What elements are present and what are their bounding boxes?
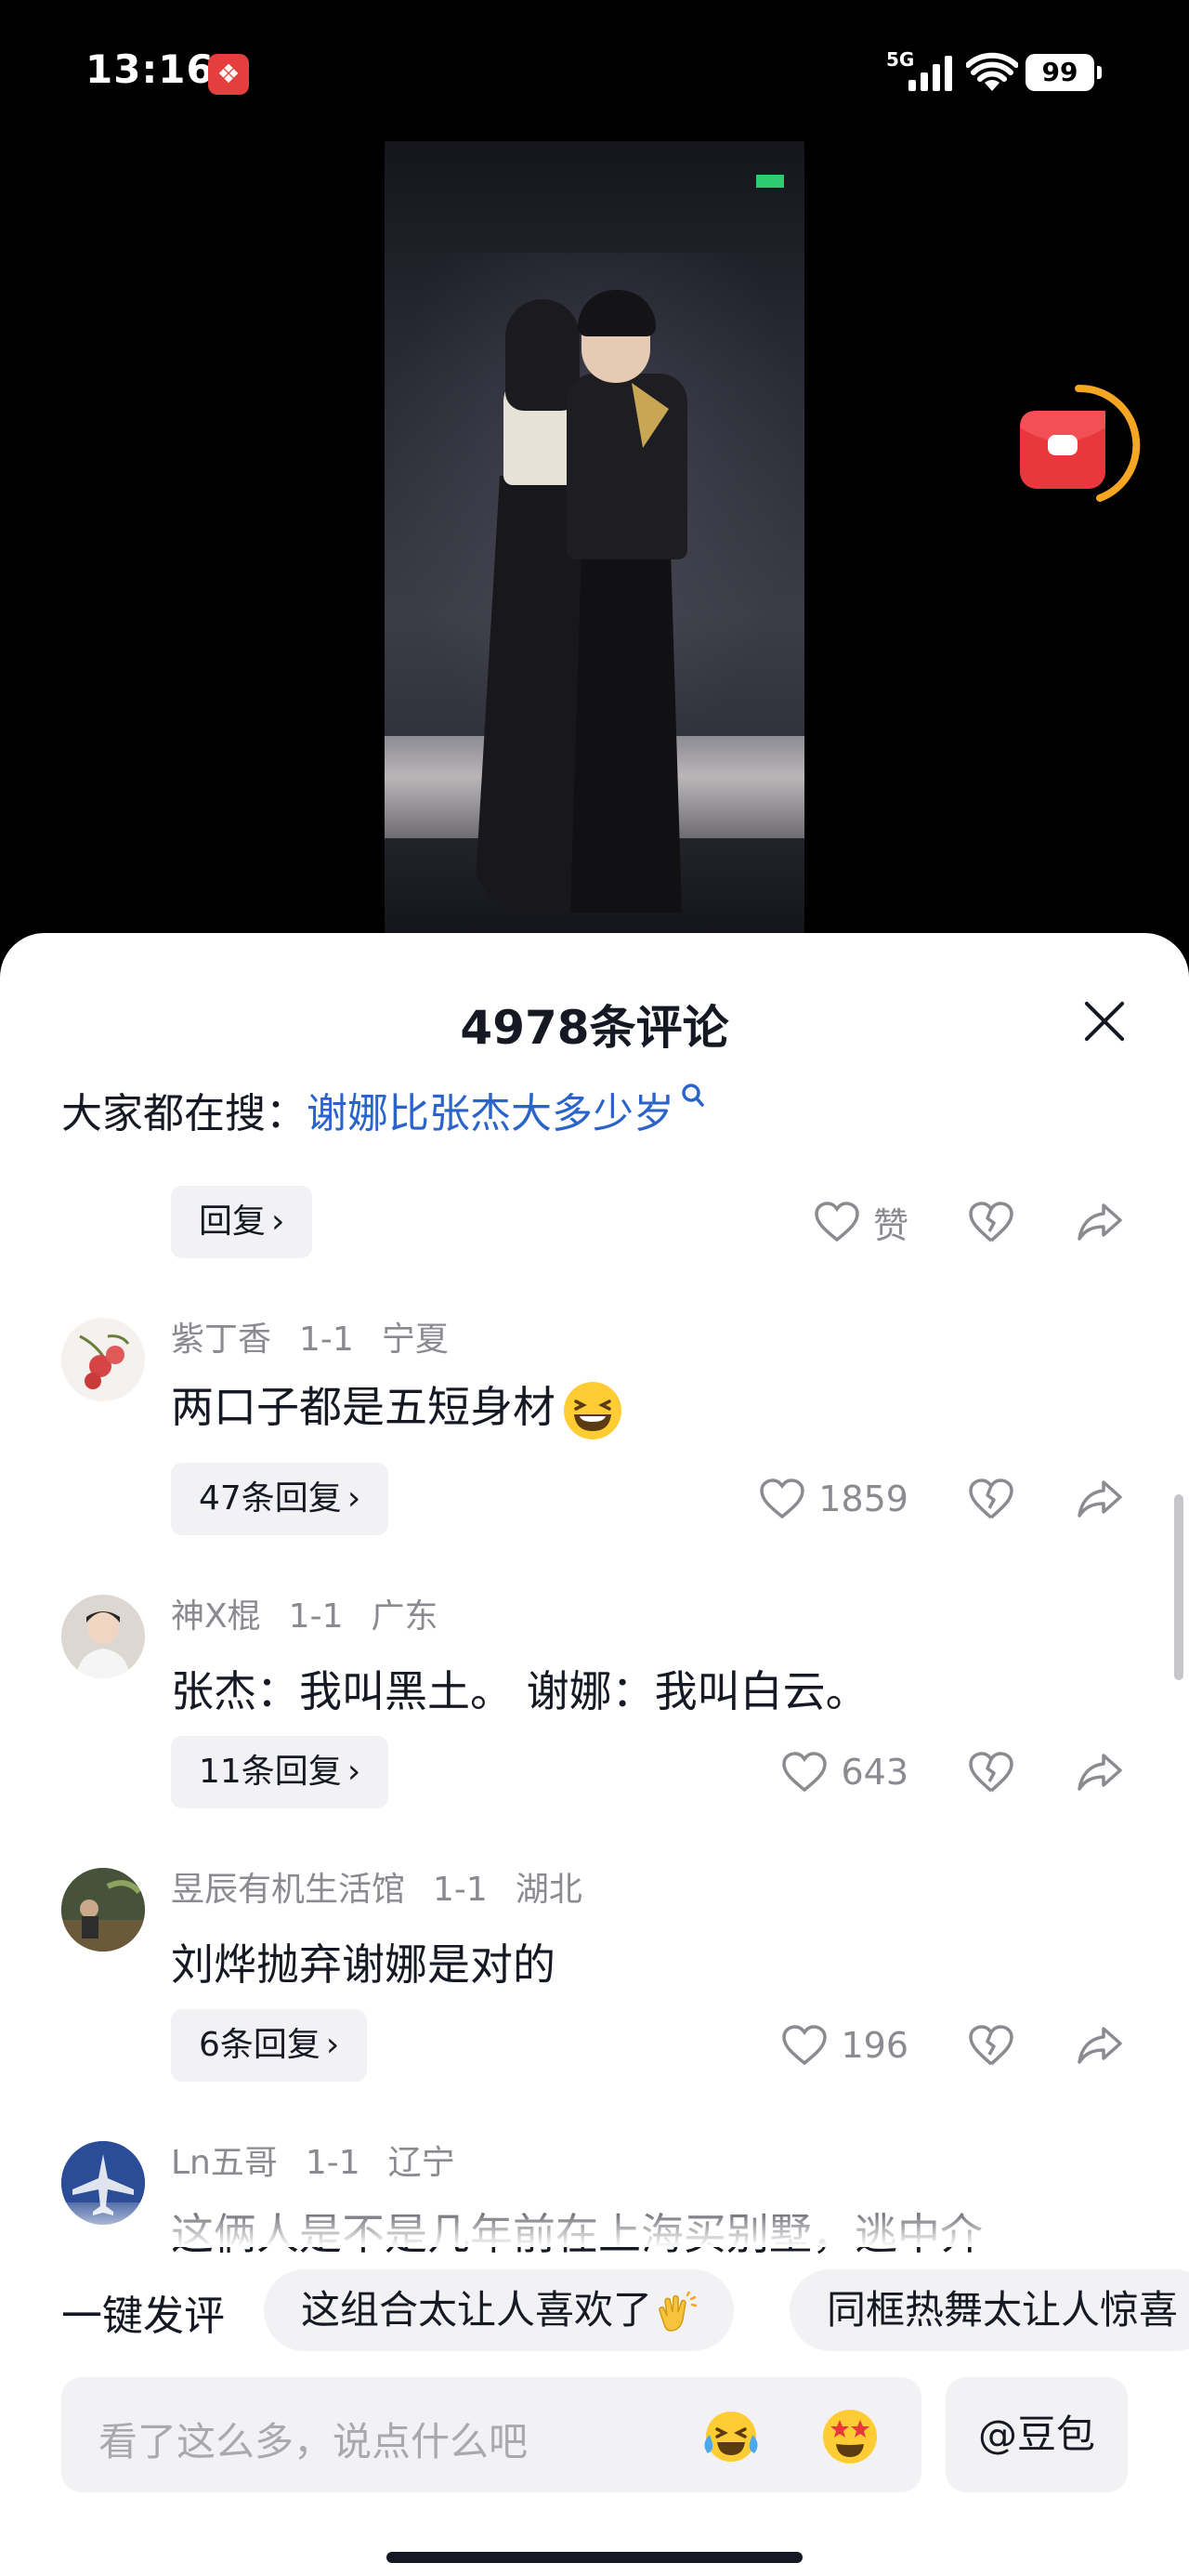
comment-text[interactable]: 刘烨抛弃谢娜是对的 [171, 1931, 555, 1992]
laughing-tears-emoji-icon[interactable] [699, 2403, 764, 2468]
comment-actions: 赞 [725, 1186, 1152, 1258]
search-suggestion-link[interactable]: 谢娜比张杰大多少岁 [307, 1090, 674, 1137]
comment-meta: 神X棍 1-1 广东 [171, 1589, 438, 1637]
comment-region: 湖北 [515, 1871, 582, 1909]
comment-username[interactable]: 紫丁香 [171, 1321, 271, 1359]
lychee-avatar-icon [79, 1334, 130, 1389]
status-bar: 13:16 ❖ 5G 99 [0, 0, 1189, 149]
comment-date: 1-1 [299, 1321, 354, 1359]
performer-figure [567, 374, 687, 559]
comment-text[interactable]: 两口子都是五短身材 [171, 1373, 624, 1442]
comment-actions: 643 [725, 1736, 1152, 1808]
share-arrow-icon[interactable] [1076, 1200, 1124, 1244]
search-icon [682, 1084, 704, 1107]
close-button[interactable] [1078, 994, 1131, 1048]
exit-sign [756, 175, 784, 188]
share-arrow-icon[interactable] [1076, 1477, 1124, 1521]
comment-username[interactable]: Ln五哥 [171, 2144, 278, 2182]
heart-outline-icon [815, 1202, 859, 1242]
comment-username[interactable]: 神X棍 [171, 1597, 261, 1636]
comment-input[interactable]: 看了这么多，说点什么吧 [61, 2377, 921, 2492]
red-packet-icon[interactable] [1016, 383, 1141, 507]
broken-heart-icon[interactable] [968, 2023, 1014, 2068]
like-label: 赞 [872, 1204, 908, 1246]
like-count: 643 [841, 1752, 908, 1793]
status-time: 13:16 [85, 46, 215, 92]
search-suggestion[interactable]: 大家都在搜：谢娜比张杰大多少岁 [61, 1080, 706, 1139]
laugh-emoji-icon [564, 1381, 621, 1439]
comment-input-placeholder: 看了这么多，说点什么吧 [98, 2419, 529, 2464]
comment-meta: 昱辰有机生活馆 1-1 湖北 [171, 1862, 582, 1911]
replies-count: 6条回复 [199, 2026, 320, 2064]
chevron-right-icon: › [346, 1753, 361, 1791]
broken-heart-icon[interactable] [968, 1477, 1014, 1521]
quick-comment-text: 同框热舞太让人惊喜 [827, 2287, 1179, 2333]
scrollbar-thumb[interactable] [1174, 1494, 1183, 1680]
like-button[interactable]: 1859 [759, 1463, 908, 1535]
like-count: 196 [841, 2025, 908, 2066]
comment-actions: 1859 [725, 1463, 1152, 1535]
like-count: 1859 [818, 1479, 908, 1519]
view-replies-button[interactable]: 6条回复 › [171, 2009, 368, 2082]
like-button[interactable]: 643 [781, 1736, 908, 1808]
broken-heart-icon[interactable] [968, 1750, 1014, 1794]
chevron-right-icon: › [346, 1479, 361, 1518]
chevron-right-icon: › [271, 1203, 285, 1241]
broken-heart-icon[interactable] [968, 1200, 1014, 1244]
battery-indicator: 99 [1026, 54, 1102, 91]
comment-meta: 紫丁香 1-1 宁夏 [171, 1312, 449, 1360]
list-fade-overlay [0, 2202, 1189, 2247]
share-arrow-icon[interactable] [1076, 1750, 1124, 1794]
reply-button[interactable]: 回复 › [171, 1186, 313, 1258]
doubao-mention-button[interactable]: @豆包 [946, 2377, 1128, 2492]
quick-comment-chip[interactable]: 同框热舞太让人惊喜 [790, 2269, 1189, 2351]
app-notification-icon: ❖ [208, 54, 249, 95]
quick-comment-label: 一键发评 [61, 2293, 225, 2340]
comment-date: 1-1 [288, 1597, 344, 1636]
farm-avatar-icon [61, 1868, 145, 1952]
view-replies-button[interactable]: 47条回复 › [171, 1463, 389, 1535]
share-arrow-icon[interactable] [1076, 2023, 1124, 2068]
comment-region: 宁夏 [381, 1321, 449, 1359]
avatar[interactable] [61, 1868, 145, 1952]
star-eyes-emoji-icon[interactable] [817, 2403, 882, 2468]
comment-meta: Ln五哥 1-1 辽宁 [171, 2136, 455, 2184]
comment-region: 辽宁 [387, 2144, 455, 2182]
quick-comment-bar: 一键发评 这组合太让人喜欢了 同框热舞太让人惊喜 [0, 2264, 1189, 2357]
like-button[interactable]: 196 [781, 2009, 908, 2082]
person-avatar-icon [61, 1595, 145, 1678]
chevron-right-icon: › [325, 2026, 340, 2064]
wifi-icon [966, 52, 1018, 91]
signal-icon [908, 54, 953, 91]
clap-emoji-icon [659, 2291, 698, 2332]
comment-actions: 196 [725, 2009, 1152, 2082]
view-replies-button[interactable]: 11条回复 › [171, 1736, 389, 1808]
avatar[interactable] [61, 1595, 145, 1678]
reply-label: 回复 [199, 1203, 267, 1241]
comment-region: 广东 [371, 1597, 438, 1636]
quick-comment-text: 这组合太让人喜欢了 [301, 2287, 653, 2333]
replies-count: 11条回复 [199, 1753, 342, 1791]
comment-body: 两口子都是五短身材 [171, 1382, 555, 1432]
comment-sheet: 4978条评论 大家都在搜：谢娜比张杰大多少岁 回复 › 赞 紫丁香 1-1 宁夏 两… [0, 933, 1189, 2576]
performer-figure [570, 550, 682, 913]
avatar[interactable] [61, 1318, 145, 1401]
quick-comment-chip[interactable]: 这组合太让人喜欢了 [264, 2269, 735, 2351]
heart-outline-icon [782, 2025, 828, 2066]
replies-count: 47条回复 [199, 1479, 342, 1518]
comment-date: 1-1 [433, 1871, 488, 1909]
video-player[interactable] [385, 141, 804, 933]
heart-outline-icon [760, 1479, 805, 1519]
comment-username[interactable]: 昱辰有机生活馆 [171, 1871, 405, 1909]
home-indicator [386, 2552, 803, 2563]
comment-count-title: 4978条评论 [460, 1001, 729, 1055]
heart-outline-icon [782, 1752, 828, 1793]
comment-text[interactable]: 张杰：我叫黑土。 谢娜：我叫白云。 [171, 1658, 869, 1719]
like-button[interactable]: 赞 [814, 1186, 908, 1258]
comment-date: 1-1 [305, 2144, 360, 2182]
search-suggestion-prefix: 大家都在搜： [61, 1090, 307, 1137]
